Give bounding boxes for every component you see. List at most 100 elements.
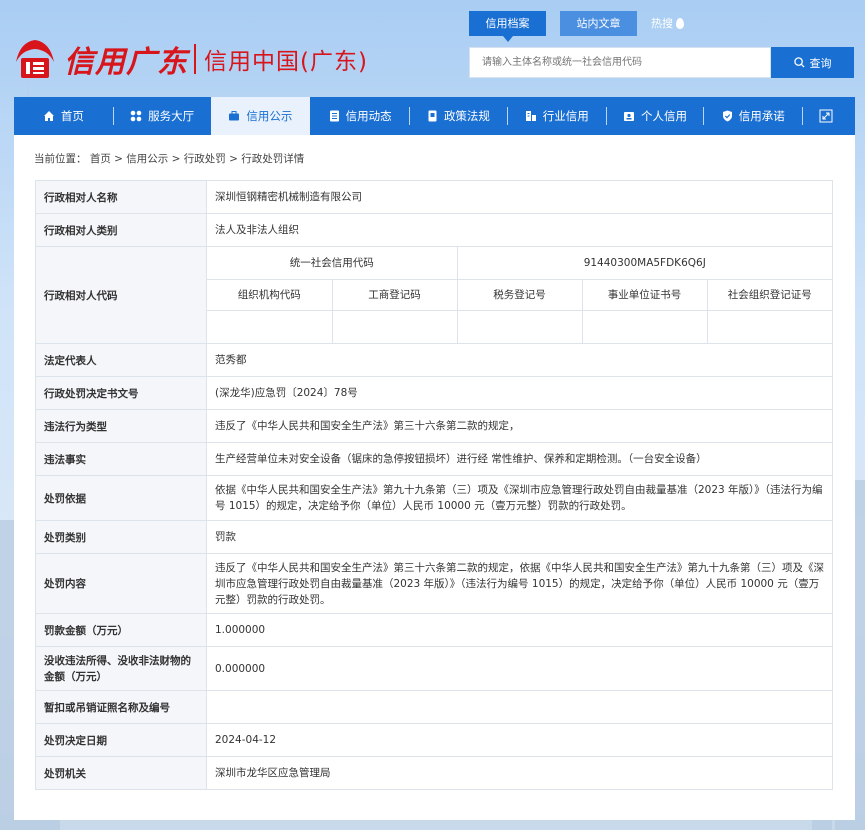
logo-script-text: 信用广东: [64, 45, 188, 80]
table-row: 处罚内容 违反了《中华人民共和国安全生产法》第三十六条第二款的规定，依据《中华人…: [35, 553, 833, 614]
row-label: 处罚内容: [35, 553, 207, 614]
table-row: 没收违法所得、没收非法财物的金额（万元） 0.000000: [35, 646, 833, 691]
penalty-detail-table: 行政相对人名称 深圳恒钢精密机械制造有限公司 行政相对人类别 法人及非法人组织 …: [35, 180, 833, 790]
row-label: 行政处罚决定书文号: [35, 376, 207, 410]
nav-item-personal-credit[interactable]: 个人信用: [607, 97, 704, 135]
table-row: 行政相对人代码 统一社会信用代码 91440300MA5FDK6Q6J 组织机构…: [35, 246, 833, 344]
nav-item-credit-disclosure[interactable]: 信用公示: [210, 97, 311, 135]
row-label: 处罚机关: [35, 756, 207, 790]
briefcase-icon: [229, 111, 240, 121]
search-button[interactable]: 查询: [771, 47, 854, 78]
search-input[interactable]: [469, 47, 771, 78]
row-value: 生产经营单位未对安全设备（锯床的急停按钮损坏）进行经 常性维护、保养和定期检测。…: [206, 442, 833, 476]
home-icon: [43, 111, 54, 121]
row-value: 1.000000: [206, 613, 833, 647]
sub-header-business-reg: 工商登记码: [331, 278, 458, 311]
row-label: 暂扣或吊销证照名称及编号: [35, 690, 207, 724]
row-label: 行政相对人代码: [35, 246, 207, 344]
row-label: 违法行为类型: [35, 409, 207, 443]
table-row: 行政处罚决定书文号 (深龙华)应急罚〔2024〕78号: [35, 376, 833, 410]
table-row: 行政相对人类别 法人及非法人组织: [35, 213, 833, 247]
row-value: 深圳恒钢精密机械制造有限公司: [206, 180, 833, 214]
tab-site-articles[interactable]: 站内文章: [560, 11, 637, 36]
row-label: 没收违法所得、没收非法财物的金额（万元）: [35, 646, 207, 691]
row-label: 罚款金额（万元）: [35, 613, 207, 647]
codes-subtable: 统一社会信用代码 91440300MA5FDK6Q6J 组织机构代码 工商登记码…: [207, 247, 832, 343]
content-panel: 当前位置： 首页 > 信用公示 > 行政处罚 > 行政处罚详情 行政相对人名称 …: [14, 135, 855, 820]
table-row: 处罚决定日期 2024-04-12: [35, 723, 833, 757]
row-value: 违反了《中华人民共和国安全生产法》第三十六条第二款的规定，依据《中华人民共和国安…: [206, 553, 833, 614]
table-row: 违法行为类型 违反了《中华人民共和国安全生产法》第三十六条第二款的规定，: [35, 409, 833, 443]
table-row: 法定代表人 范秀都: [35, 343, 833, 377]
document-icon: [329, 110, 339, 122]
nav-label-credit-commitment: 信用承诺: [738, 109, 785, 123]
nav-item-credit-news[interactable]: 信用动态: [311, 97, 409, 135]
sub-header-institution-cert: 事业单位证书号: [581, 278, 708, 311]
row-label: 处罚依据: [35, 475, 207, 521]
nav-label-credit-news: 信用动态: [345, 109, 392, 123]
table-row: 行政相对人名称 深圳恒钢精密机械制造有限公司: [35, 180, 833, 214]
nav-label-credit-disclosure: 信用公示: [246, 109, 293, 123]
grid-icon: [130, 110, 142, 122]
search-tabs: 信用档案 站内文章 热搜: [469, 11, 684, 42]
search-icon: [793, 57, 805, 68]
tab-hot-search[interactable]: 热搜: [651, 11, 684, 36]
table-row: 罚款金额（万元） 1.000000: [35, 613, 833, 647]
row-label: 处罚决定日期: [35, 723, 207, 757]
breadcrumb: 当前位置： 首页 > 信用公示 > 行政处罚 > 行政处罚详情: [34, 153, 305, 165]
building-icon: [525, 111, 536, 121]
nav-label-service-hall: 服务大厅: [148, 109, 195, 123]
search-button-label: 查询: [809, 56, 832, 70]
logo-emblem-icon: [12, 36, 58, 82]
tab-credit-archive[interactable]: 信用档案: [469, 11, 546, 42]
row-value: (深龙华)应急罚〔2024〕78号: [206, 376, 833, 410]
nav-label-personal-credit: 个人信用: [640, 109, 687, 123]
nav-item-home[interactable]: 首页: [14, 97, 113, 135]
codes-cell: 统一社会信用代码 91440300MA5FDK6Q6J 组织机构代码 工商登记码…: [206, 246, 833, 344]
row-label: 行政相对人名称: [35, 180, 207, 214]
nav-item-industry-credit[interactable]: 行业信用: [508, 97, 606, 135]
row-value: 2024-04-12: [206, 723, 833, 757]
sub-header-social-org: 社会组织登记证号: [706, 278, 832, 311]
id-card-icon: [623, 111, 634, 121]
row-value: 法人及非法人组织: [206, 213, 833, 247]
nav-item-credit-commitment[interactable]: 信用承诺: [704, 97, 802, 135]
site-logo[interactable]: 信用广东 信用中国(广东): [12, 36, 368, 82]
nav-label-industry-credit: 行业信用: [542, 109, 589, 123]
fullscreen-icon: [819, 109, 833, 123]
row-value: 范秀都: [206, 343, 833, 377]
row-value: 0.000000: [206, 646, 833, 691]
hot-search-label: 热搜: [651, 17, 673, 30]
logo-divider: [194, 44, 196, 74]
nav-expand-button[interactable]: [803, 97, 855, 135]
nav-item-policy[interactable]: 政策法规: [410, 97, 507, 135]
nav-item-service-hall[interactable]: 服务大厅: [114, 97, 211, 135]
nav-label-policy: 政策法规: [443, 109, 490, 123]
book-icon: [428, 110, 437, 122]
sub-value-org-code: [207, 309, 333, 343]
search-bar: 查询: [469, 47, 854, 78]
row-label: 处罚类别: [35, 520, 207, 554]
row-value: 违反了《中华人民共和国安全生产法》第三十六条第二款的规定，: [206, 409, 833, 443]
uscc-label: 统一社会信用代码: [207, 247, 458, 280]
sub-value-social-org: [706, 309, 832, 343]
site-title: 信用中国(广东): [204, 49, 368, 75]
row-label: 法定代表人: [35, 343, 207, 377]
sub-header-tax-reg: 税务登记号: [456, 278, 583, 311]
row-label: 行政相对人类别: [35, 213, 207, 247]
main-nav: 首页 服务大厅 信用公示 信用动态 政策法规 行业信用 个人信用 信用承诺: [14, 97, 855, 135]
sub-value-institution-cert: [581, 309, 708, 343]
table-row: 处罚机关 深圳市龙华区应急管理局: [35, 756, 833, 790]
row-label: 违法事实: [35, 442, 207, 476]
flame-icon: [676, 18, 684, 29]
table-row: 处罚类别 罚款: [35, 520, 833, 554]
sub-value-business-reg: [331, 309, 458, 343]
row-value: 依据《中华人民共和国安全生产法》第九十九条第（三）项及《深圳市应急管理行政处罚自…: [206, 475, 833, 521]
table-row: 违法事实 生产经营单位未对安全设备（锯床的急停按钮损坏）进行经 常性维护、保养和…: [35, 442, 833, 476]
table-row: 暂扣或吊销证照名称及编号: [35, 690, 833, 724]
sub-header-org-code: 组织机构代码: [207, 278, 333, 311]
table-row: 处罚依据 依据《中华人民共和国安全生产法》第九十九条第（三）项及《深圳市应急管理…: [35, 475, 833, 521]
uscc-value: 91440300MA5FDK6Q6J: [456, 247, 832, 280]
row-value: [206, 690, 833, 724]
shield-check-icon: [722, 110, 732, 122]
